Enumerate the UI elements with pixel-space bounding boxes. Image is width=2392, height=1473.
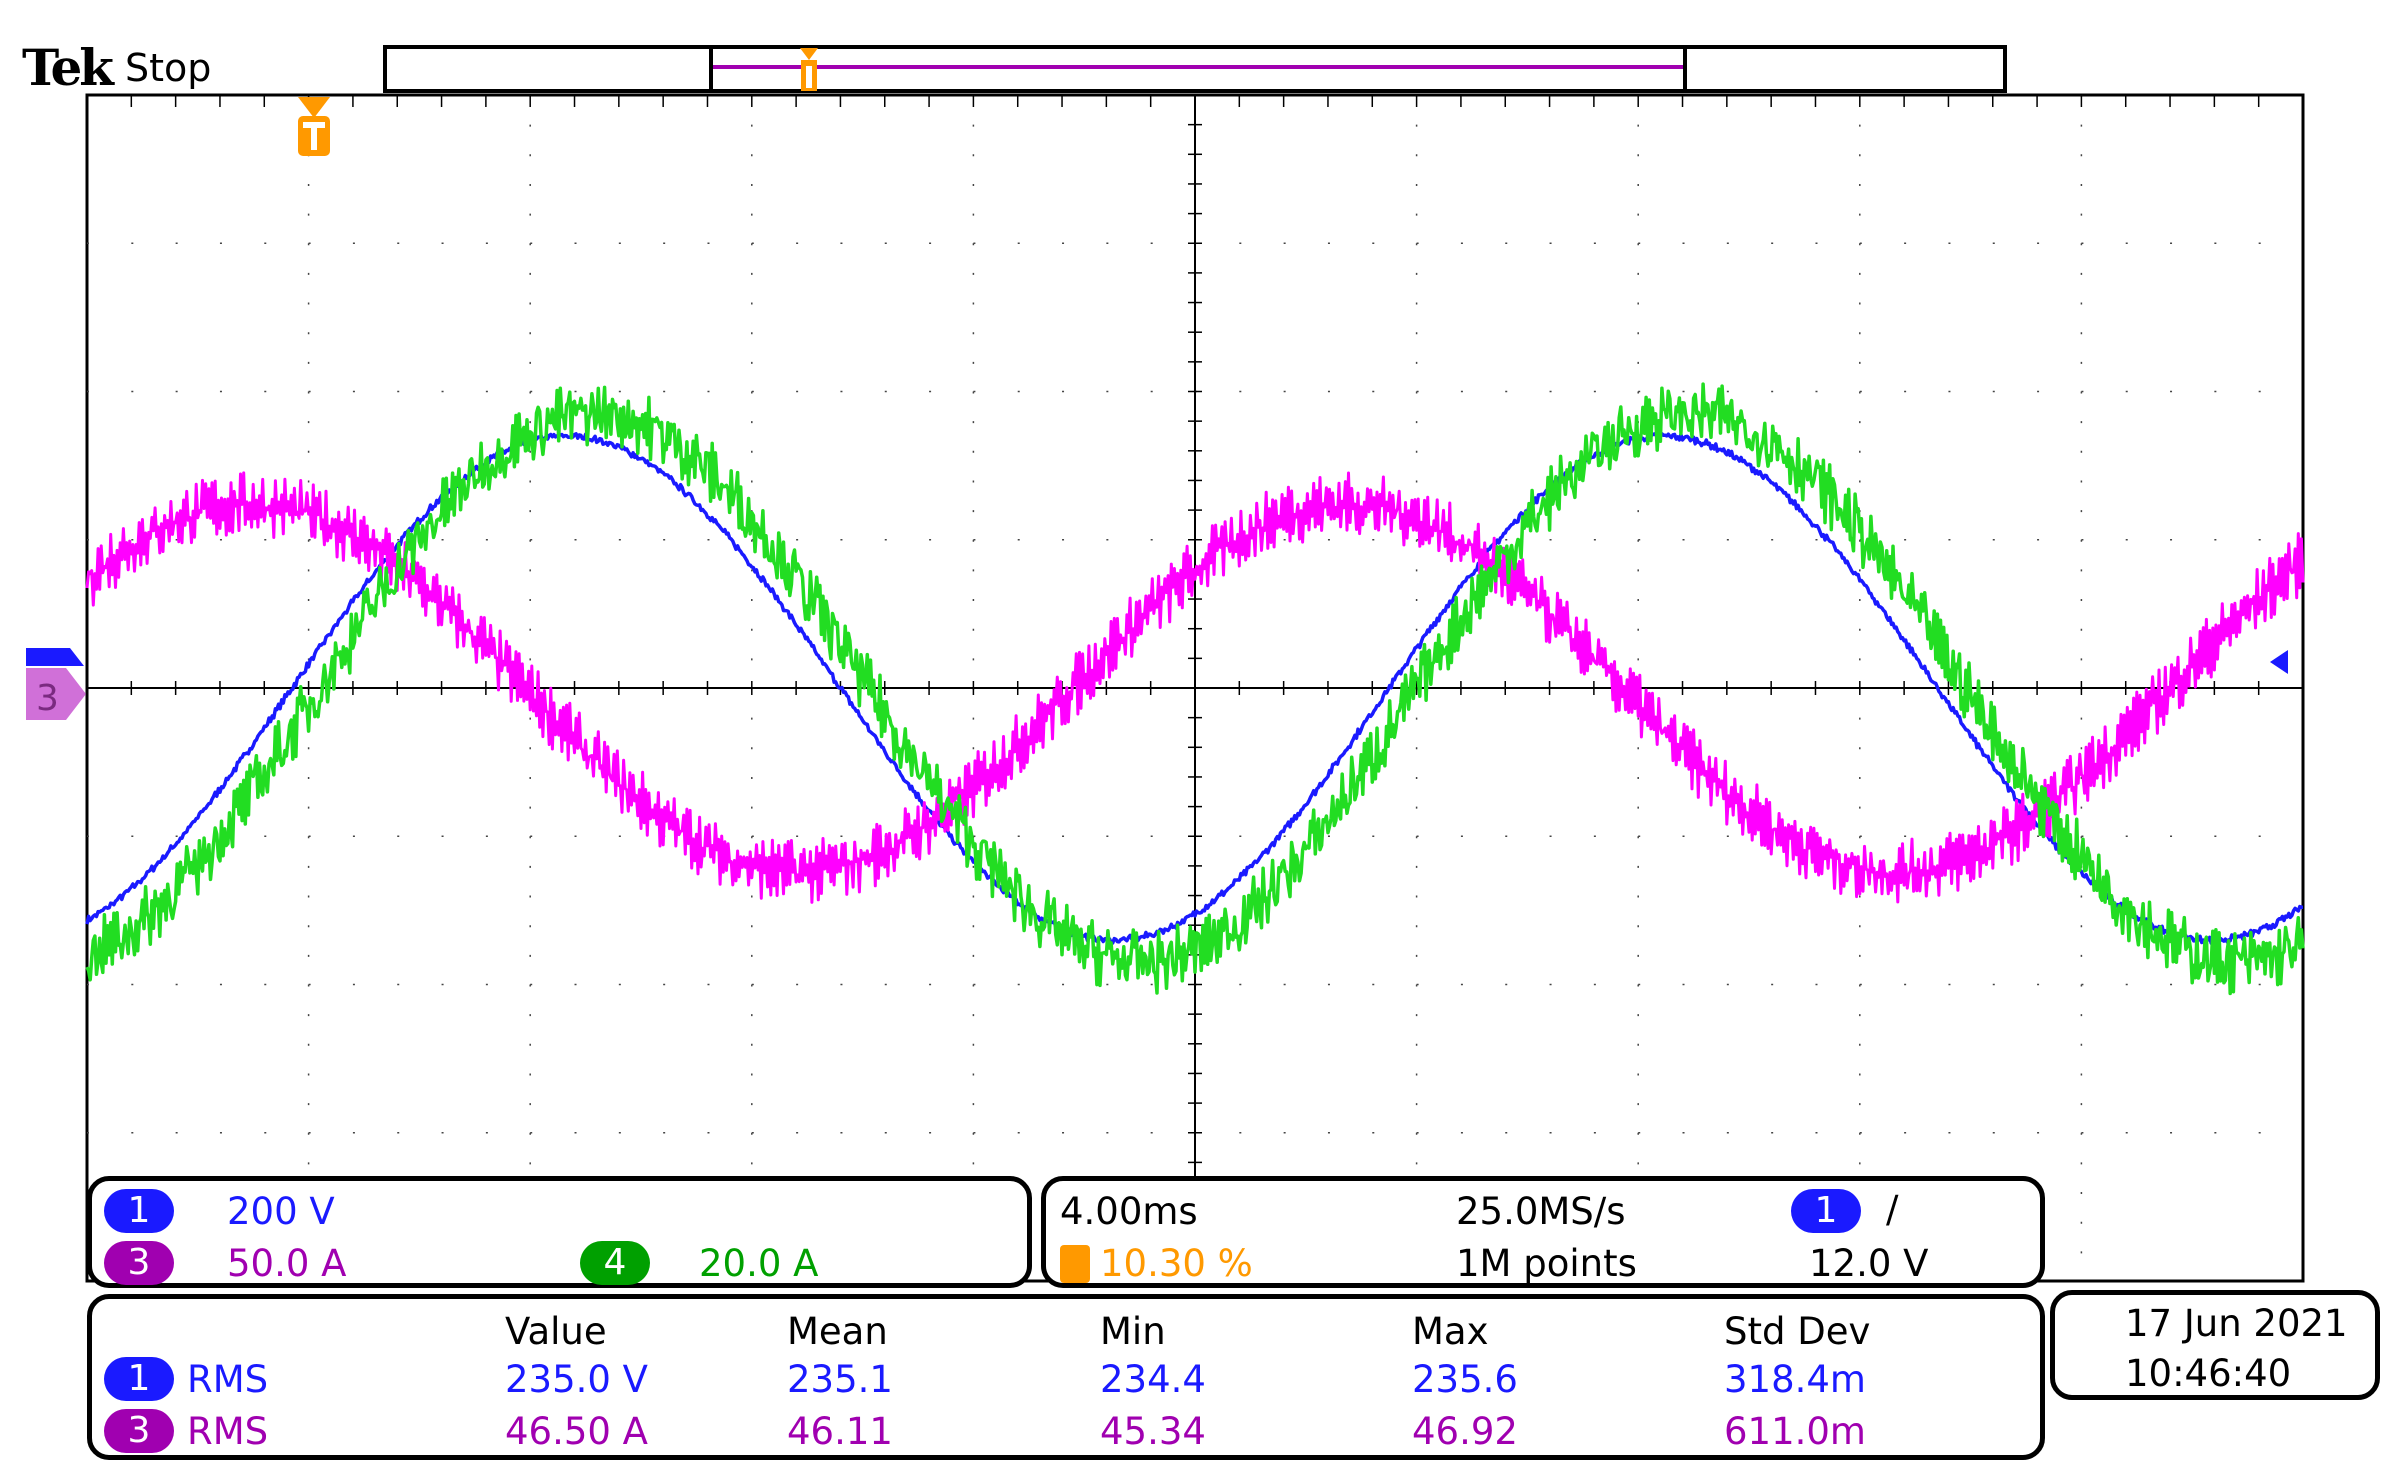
timebase-panel: 4.00ms 25.0MS/s 1 / 10.30 % 1M points 12… — [1041, 1176, 2045, 1288]
header-value: Value — [505, 1310, 607, 1353]
time-per-div[interactable]: 4.00ms — [1060, 1193, 1198, 1230]
ch1-scale[interactable]: 200 V — [227, 1193, 335, 1230]
header-min: Min — [1100, 1310, 1166, 1353]
trigger-position-badge-icon — [1060, 1245, 1090, 1283]
ch1-badge: 1 — [104, 1357, 174, 1401]
brand-logo: Tek — [22, 38, 114, 97]
trigger-source-badge[interactable]: 1 — [1791, 1189, 1861, 1233]
record-length: 1M points — [1456, 1242, 1637, 1285]
header-max: Max — [1412, 1310, 1489, 1353]
trigger-slope-icon[interactable]: / — [1886, 1191, 1898, 1228]
measurement-min: 234.4 — [1100, 1358, 1206, 1401]
ch4-badge[interactable]: 4 — [580, 1241, 650, 1285]
measurement-std-dev: 318.4m — [1724, 1358, 1866, 1401]
ch1-badge[interactable]: 1 — [104, 1189, 174, 1233]
trigger-level-icon[interactable] — [2270, 650, 2288, 674]
ch3-badge[interactable]: 3 — [104, 1241, 174, 1285]
measurements-panel: Value Mean Min Max Std Dev 1 RMS 235.0 V… — [87, 1294, 2045, 1460]
ch3-scale[interactable]: 50.0 A — [227, 1245, 346, 1282]
measurement-min: 45.34 — [1100, 1410, 1206, 1453]
channel-settings-panel: 1 200 V 3 50.0 A 4 20.0 A — [87, 1176, 1032, 1288]
trigger-level[interactable]: 12.0 V — [1809, 1245, 1928, 1282]
trigger-position[interactable]: 10.30 % — [1100, 1245, 1253, 1282]
measurement-std-dev: 611.0m — [1724, 1410, 1866, 1453]
measurement-type: RMS — [187, 1410, 269, 1453]
measurement-value: 46.50 A — [505, 1410, 648, 1453]
measurement-mean: 235.1 — [787, 1358, 893, 1401]
sample-rate: 25.0MS/s — [1456, 1190, 1626, 1233]
trigger-position-icon[interactable] — [298, 97, 330, 156]
measurement-value: 235.0 V — [505, 1358, 648, 1401]
ch4-scale[interactable]: 20.0 A — [699, 1245, 818, 1282]
ch1-ground-marker-icon[interactable] — [26, 648, 84, 666]
acquisition-status: Stop — [125, 46, 212, 90]
header-mean: Mean — [787, 1310, 888, 1353]
date: 17 Jun 2021 — [2125, 1302, 2348, 1345]
svg-text:3: 3 — [36, 678, 59, 719]
measurement-max: 46.92 — [1412, 1410, 1518, 1453]
measurement-max: 235.6 — [1412, 1358, 1518, 1401]
header-std-dev: Std Dev — [1724, 1310, 1871, 1353]
ch3-badge: 3 — [104, 1409, 174, 1453]
measurement-mean: 46.11 — [787, 1410, 893, 1453]
time: 10:46:40 — [2125, 1352, 2292, 1395]
measurement-type: RMS — [187, 1358, 269, 1401]
ch3-ground-marker-icon[interactable]: 3 — [26, 668, 86, 720]
datetime-panel: 17 Jun 2021 10:46:40 — [2050, 1290, 2380, 1400]
